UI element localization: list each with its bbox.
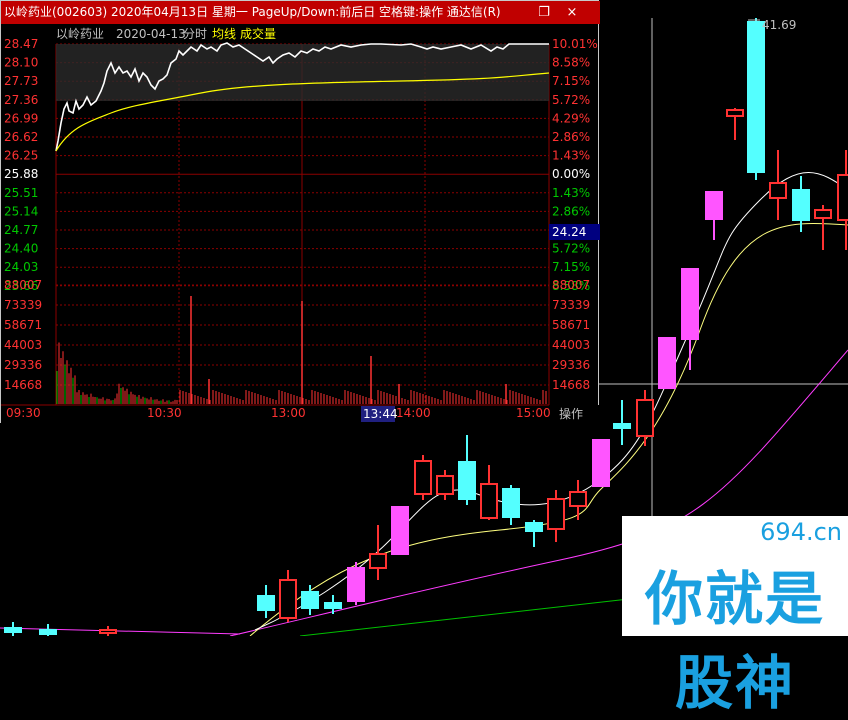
candle-body-27: [792, 189, 810, 221]
intraday-chart[interactable]: 以岭药业 2020-04-13 分时 均线 成交量 28.47 28.10 27.7…: [1, 1, 600, 424]
kline-high-label: 41.69: [762, 18, 796, 32]
current-price-tag: 24.24: [552, 225, 586, 239]
watermark-domain: 694.cn: [760, 518, 842, 546]
pct-label-right-2: 7.15%: [552, 74, 590, 88]
price-label-left-10: 24.77: [4, 223, 38, 237]
candle-body-22: [681, 268, 699, 340]
stock-name: 以岭药业: [56, 27, 104, 41]
price-label-left-12: 24.03: [4, 260, 38, 274]
price-area-shade: [56, 44, 549, 101]
pct-label-right-4: 4.29%: [552, 111, 590, 125]
candle-body-10: [414, 460, 432, 495]
candle-body-9: [391, 506, 409, 555]
chart-date: 2020-04-13: [116, 27, 186, 41]
pct-label-right-7: 0.00%: [552, 167, 590, 181]
candle-body-21: [658, 337, 676, 389]
price-label-left-7: 25.88: [4, 167, 38, 181]
volume-label-left-3: 44003: [4, 338, 42, 352]
candle-body-5: [301, 591, 319, 609]
time-label-2: 13:00: [271, 406, 306, 420]
pct-label-right-8: 1.43%: [552, 186, 590, 200]
candle-body-6: [324, 602, 342, 609]
candle-body-29: [837, 174, 848, 221]
watermark-text: 你就是股神: [644, 565, 825, 717]
volume-label-right-1: 73339: [552, 298, 590, 312]
price-label-left-2: 27.73: [4, 74, 38, 88]
cursor-time-label: 13:44: [363, 407, 398, 421]
candle-body-25: [747, 21, 765, 173]
candle-body-18: [592, 439, 610, 487]
volume-label-right-2: 58671: [552, 318, 590, 332]
price-label-left-8: 25.51: [4, 186, 38, 200]
candle-body-11: [436, 475, 454, 495]
pct-label-right-9: 2.86%: [552, 204, 590, 218]
price-label-left-3: 27.36: [4, 93, 38, 107]
volume-label-right-3: 44003: [552, 338, 590, 352]
candle-body-2: [99, 629, 117, 634]
intraday-popup-window: 以岭药业(002603) 2020年04月13日 星期一 PageUp/Down…: [0, 0, 600, 424]
candle-body-8: [369, 553, 387, 569]
volume-label-left-5: 14668: [4, 378, 42, 392]
pct-label-right-1: 8.58%: [552, 56, 590, 70]
candle-body-13: [480, 483, 498, 519]
candle-body-16: [547, 498, 565, 530]
candle-body-23: [705, 191, 723, 220]
time-label-1: 10:30: [147, 406, 182, 420]
pct-label-right-5: 2.86%: [552, 130, 590, 144]
volume-label-right-5: 14668: [552, 378, 590, 392]
candle-body-17: [569, 491, 587, 507]
price-label-left-6: 26.25: [4, 149, 38, 163]
pct-label-right-0: 10.01%: [552, 37, 598, 51]
time-label-0: 09:30: [6, 406, 41, 420]
price-label-left-11: 24.40: [4, 242, 38, 256]
candle-body-4: [279, 579, 297, 619]
time-label-3: 14:00: [396, 406, 431, 420]
candle-body-24: [726, 109, 744, 117]
candle-body-19: [613, 423, 631, 429]
volume-label-left-1: 73339: [4, 298, 42, 312]
mode-label: 分时: [183, 27, 207, 41]
volume-label-left-0: 88007: [4, 278, 42, 292]
watermark-logo: 694.cn 你就是股神: [622, 516, 848, 717]
candle-body-12: [458, 461, 476, 500]
candle-body-28: [814, 209, 832, 219]
volume-label-right-0: 88007: [552, 278, 590, 292]
pct-label-right-11: 5.72%: [552, 242, 590, 256]
operate-label: 操作: [559, 406, 583, 421]
pct-label-right-6: 1.43%: [552, 149, 590, 163]
candle-body-0: [4, 627, 22, 633]
candle-body-14: [502, 488, 520, 518]
avg-line-label: 均线: [212, 27, 236, 41]
pct-label-right-3: 5.72%: [552, 93, 590, 107]
ma20-line-left: [0, 627, 241, 635]
candle-body-15: [525, 522, 543, 532]
price-label-left-1: 28.10: [4, 56, 38, 70]
time-label-4: 15:00: [516, 406, 551, 420]
price-label-left-9: 25.14: [4, 204, 38, 218]
candle-body-7: [347, 567, 365, 602]
candle-body-26: [769, 182, 787, 199]
volume-label-left-4: 29336: [4, 358, 42, 372]
volume-label-right-4: 29336: [552, 358, 590, 372]
candle-body-20: [636, 399, 654, 437]
candle-body-1: [39, 629, 57, 635]
pct-label-right-12: 7.15%: [552, 260, 590, 274]
price-label-left-4: 26.99: [4, 111, 38, 125]
price-label-left-5: 26.62: [4, 130, 38, 144]
price-label-left-0: 28.47: [4, 37, 38, 51]
volume-label-left-2: 58671: [4, 318, 42, 332]
candle-body-3: [257, 595, 275, 611]
volume-label: 成交量: [240, 26, 276, 41]
